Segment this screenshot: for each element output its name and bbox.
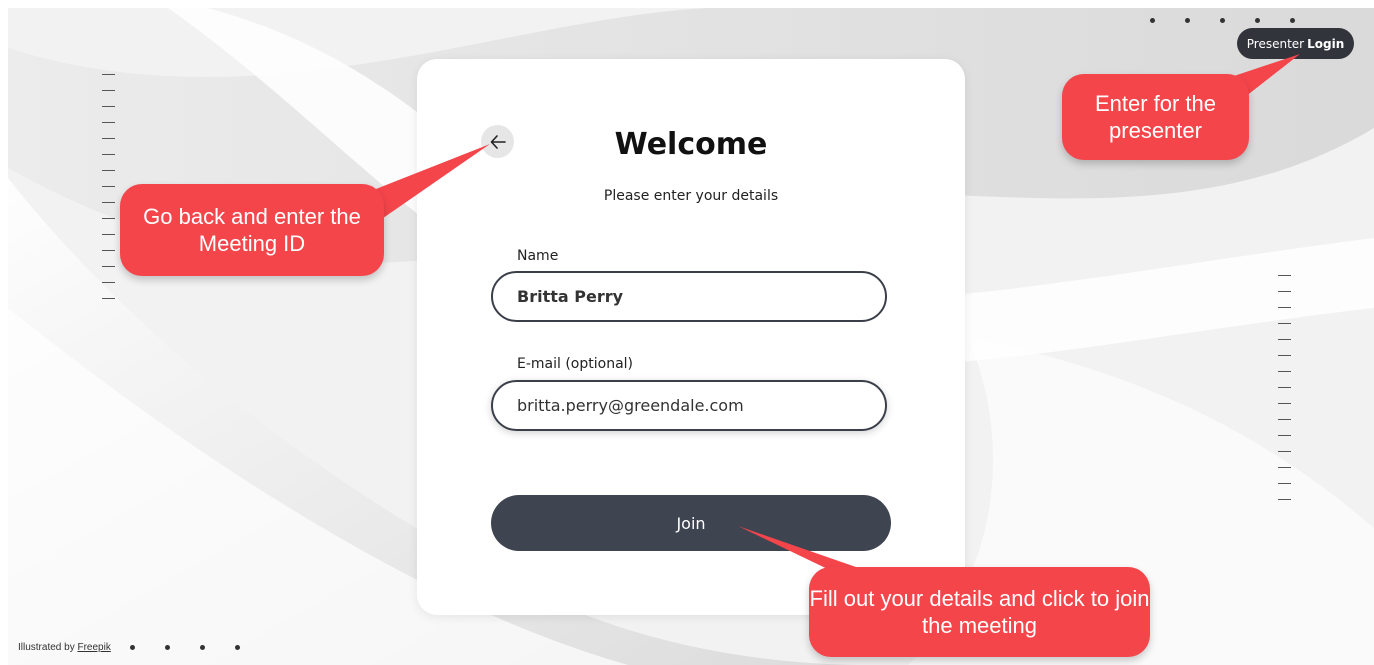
decorative-dash-column-right — [1278, 275, 1291, 515]
decorative-dots-top — [1150, 18, 1325, 23]
decorative-dash-column-left — [102, 74, 115, 314]
email-label: E-mail (optional) — [517, 356, 634, 372]
callout-join: Fill out your details and click to join … — [809, 567, 1150, 657]
callout-go-back: Go back and enter the Meeting ID — [120, 184, 384, 276]
presenter-login-button[interactable]: Presenter Login — [1237, 28, 1354, 59]
name-label: Name — [517, 248, 559, 264]
decorative-dots-bottom — [130, 645, 270, 650]
freepik-link[interactable]: Freepik — [77, 642, 110, 653]
login-card: Welcome Please enter your details Name E… — [417, 59, 965, 615]
name-input[interactable] — [491, 271, 887, 322]
email-input[interactable] — [491, 380, 887, 431]
page-title: Welcome — [614, 127, 768, 162]
login-label: Login — [1307, 36, 1345, 51]
callout-presenter: Enter for the presenter — [1062, 74, 1249, 160]
join-button[interactable]: Join — [491, 495, 891, 551]
page-subtitle: Please enter your details — [603, 188, 779, 204]
credit-prefix: Illustrated by — [18, 642, 75, 653]
illustration-credit: Illustrated by Freepik — [18, 642, 111, 653]
page-background: Presenter Login Welcome Please enter you… — [8, 8, 1374, 665]
presenter-label: Presenter — [1246, 36, 1305, 51]
